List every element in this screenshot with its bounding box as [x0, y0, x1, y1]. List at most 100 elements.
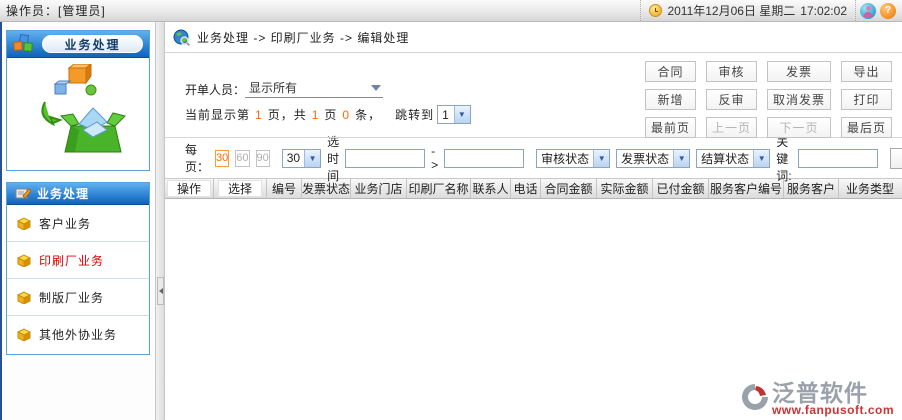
time-to-input[interactable] [444, 149, 524, 168]
sidebar-top-panel-header: 业务处理 [7, 31, 149, 58]
vendor-name: 泛普软件 [772, 382, 868, 405]
breadcrumb-bar: 业务处理 -> 印刷厂业务 -> 编辑处理 [165, 22, 902, 53]
audit-status-value: 审核状态 [537, 150, 593, 167]
help-icon[interactable]: ? [880, 3, 896, 19]
clock-icon [649, 4, 662, 17]
box-packing-illustration [23, 64, 133, 164]
column-header-contact[interactable]: 联系人 [471, 179, 511, 198]
globe-search-icon [173, 29, 190, 46]
sidebar-item-label: 制版厂业务 [39, 289, 104, 306]
column-header-service-customer[interactable]: 服务客户 [784, 179, 839, 198]
audit-status-select[interactable]: 审核状态 ▼ [536, 149, 610, 168]
sidebar-top-panel-title-button[interactable]: 业务处理 [42, 35, 143, 53]
opener-dropdown[interactable]: 显示所有 [245, 79, 383, 98]
column-header-actual-amount[interactable]: 实际金额 [597, 179, 653, 198]
sidebar-item-platemaking-factory-business[interactable]: 制版厂业务 [7, 279, 149, 316]
invoice-status-value: 发票状态 [617, 150, 673, 167]
column-header-business-store[interactable]: 业务门店 [351, 179, 407, 198]
column-header-business-type[interactable]: 业务类型 [839, 179, 901, 198]
prev-page-button[interactable]: 上一页 [706, 117, 757, 138]
cube-icon [17, 254, 31, 267]
panel-splitter[interactable] [155, 22, 165, 420]
column-header-phone[interactable]: 电话 [511, 179, 541, 198]
opener-label: 开单人员： [185, 81, 245, 98]
jump-page-value: 1 [438, 108, 454, 122]
collapse-arrow-icon [159, 288, 163, 294]
column-header-select[interactable]: 选择 [214, 179, 267, 198]
opener-filter-row: 开单人员： 显示所有 [185, 79, 383, 98]
settlement-status-select[interactable]: 结算状态 ▼ [696, 149, 770, 168]
operator-label: 操作员：[管理员] [0, 2, 106, 19]
collapse-sidebar-button[interactable] [157, 277, 164, 305]
last-page-button[interactable]: 最后页 [841, 117, 892, 138]
date-label: 2011年12月06日 星期二 [667, 2, 795, 19]
column-header-number[interactable]: 编号 [267, 179, 302, 198]
per-page-select-value: 30 [283, 151, 304, 165]
sidebar-illustration-area [7, 58, 149, 170]
page-info-row: 当前显示第 1 页，共 1 页 0 条， 跳转到 1 ▼ [185, 105, 471, 124]
vendor-watermark: 泛普软件 www.fanpusoft.com [740, 382, 894, 416]
per-page-option-90[interactable]: 90 [256, 150, 270, 167]
sidebar-top-panel: 业务处理 [6, 30, 150, 171]
vendor-url: www.fanpusoft.com [772, 404, 894, 416]
column-header-service-customer-number[interactable]: 服务客户编号 [709, 179, 784, 198]
chevron-down-icon: ▼ [304, 150, 320, 167]
cubes-icon [13, 34, 35, 54]
top-bar: 操作员：[管理员] 2011年12月06日 星期二 17:02:02 ? [0, 0, 902, 22]
per-page-select[interactable]: 30 ▼ [282, 149, 321, 168]
per-page-option-60[interactable]: 60 [235, 150, 249, 167]
record-count: 0 [340, 108, 352, 122]
filter-bar: 每页： 30 60 90 30 ▼ 选时间 -> 审核状态 ▼ 发票状态 ▼ 结… [165, 138, 902, 178]
chevron-down-icon: ▼ [454, 106, 470, 123]
cancel-invoice-button[interactable]: 取消发票 [767, 89, 831, 110]
cube-icon [17, 217, 31, 230]
jump-page-select[interactable]: 1 ▼ [437, 105, 471, 124]
datetime-area: 2011年12月06日 星期二 17:02:02 [640, 0, 856, 21]
chevron-down-icon: ▼ [753, 150, 769, 167]
range-arrow-label: -> [431, 144, 438, 172]
column-header-printing-factory-name[interactable]: 印刷厂名称 [407, 179, 471, 198]
edit-note-icon [15, 187, 31, 200]
fanpu-logo-icon [740, 382, 770, 412]
per-page-label: 每页： [185, 141, 209, 175]
upper-panel: 开单人员： 显示所有 当前显示第 1 页，共 1 页 0 条， 跳转到 1 ▼ … [165, 53, 902, 138]
pageinfo-mid3: 条， [355, 106, 381, 123]
pageinfo-prefix: 当前显示第 [185, 106, 250, 123]
first-page-button[interactable]: 最前页 [645, 117, 696, 138]
audit-button[interactable]: 审核 [706, 61, 757, 82]
keyword-input[interactable] [798, 149, 878, 168]
time-from-input[interactable] [345, 149, 425, 168]
reverse-audit-button[interactable]: 反审 [706, 89, 757, 110]
sidebar-item-label: 客户业务 [39, 215, 91, 232]
per-page-option-30[interactable]: 30 [215, 150, 229, 167]
opener-dropdown-value: 显示所有 [249, 79, 297, 96]
table-body-empty [165, 199, 902, 395]
export-button[interactable]: 导出 [841, 61, 892, 82]
contract-button[interactable]: 合同 [645, 61, 696, 82]
sidebar-menu-header: 业务处理 [7, 183, 149, 205]
query-button[interactable]: 查 询 [890, 148, 902, 169]
sidebar-item-printing-factory-business[interactable]: 印刷厂业务 [7, 242, 149, 279]
column-header-operation[interactable]: 操作 [165, 179, 214, 198]
add-new-button[interactable]: 新增 [645, 89, 696, 110]
invoice-status-select[interactable]: 发票状态 ▼ [616, 149, 690, 168]
sidebar-item-customer-business[interactable]: 客户业务 [7, 205, 149, 242]
invoice-button[interactable]: 发票 [767, 61, 831, 82]
print-button[interactable]: 打印 [841, 89, 892, 110]
column-header-contract-amount[interactable]: 合同金额 [541, 179, 597, 198]
current-page-number: 1 [253, 108, 265, 122]
table-header-row: 操作 选择 编号 发票状态 业务门店 印刷厂名称 联系人 电话 合同金额 实际金… [165, 178, 902, 199]
column-header-paid-amount[interactable]: 已付金额 [653, 179, 709, 198]
pageinfo-mid2: 页 [324, 106, 337, 123]
sidebar-item-label: 其他外协业务 [39, 326, 117, 343]
chevron-down-icon: ▼ [673, 150, 689, 167]
column-header-invoice-status[interactable]: 发票状态 [302, 179, 351, 198]
vendor-watermark-text: 泛普软件 www.fanpusoft.com [772, 382, 894, 416]
toolbar-button-grid: 合同 审核 发票 导出 新增 反审 取消发票 打印 最前页 上一页 下一页 最后… [645, 61, 892, 138]
keyword-label: 关键词: [776, 133, 791, 184]
sidebar-menu-title: 业务处理 [37, 185, 89, 202]
sidebar-item-other-outsourcing-business[interactable]: 其他外协业务 [7, 316, 149, 353]
user-icon[interactable] [860, 3, 876, 19]
next-page-button[interactable]: 下一页 [767, 117, 831, 138]
settlement-status-value: 结算状态 [697, 150, 753, 167]
